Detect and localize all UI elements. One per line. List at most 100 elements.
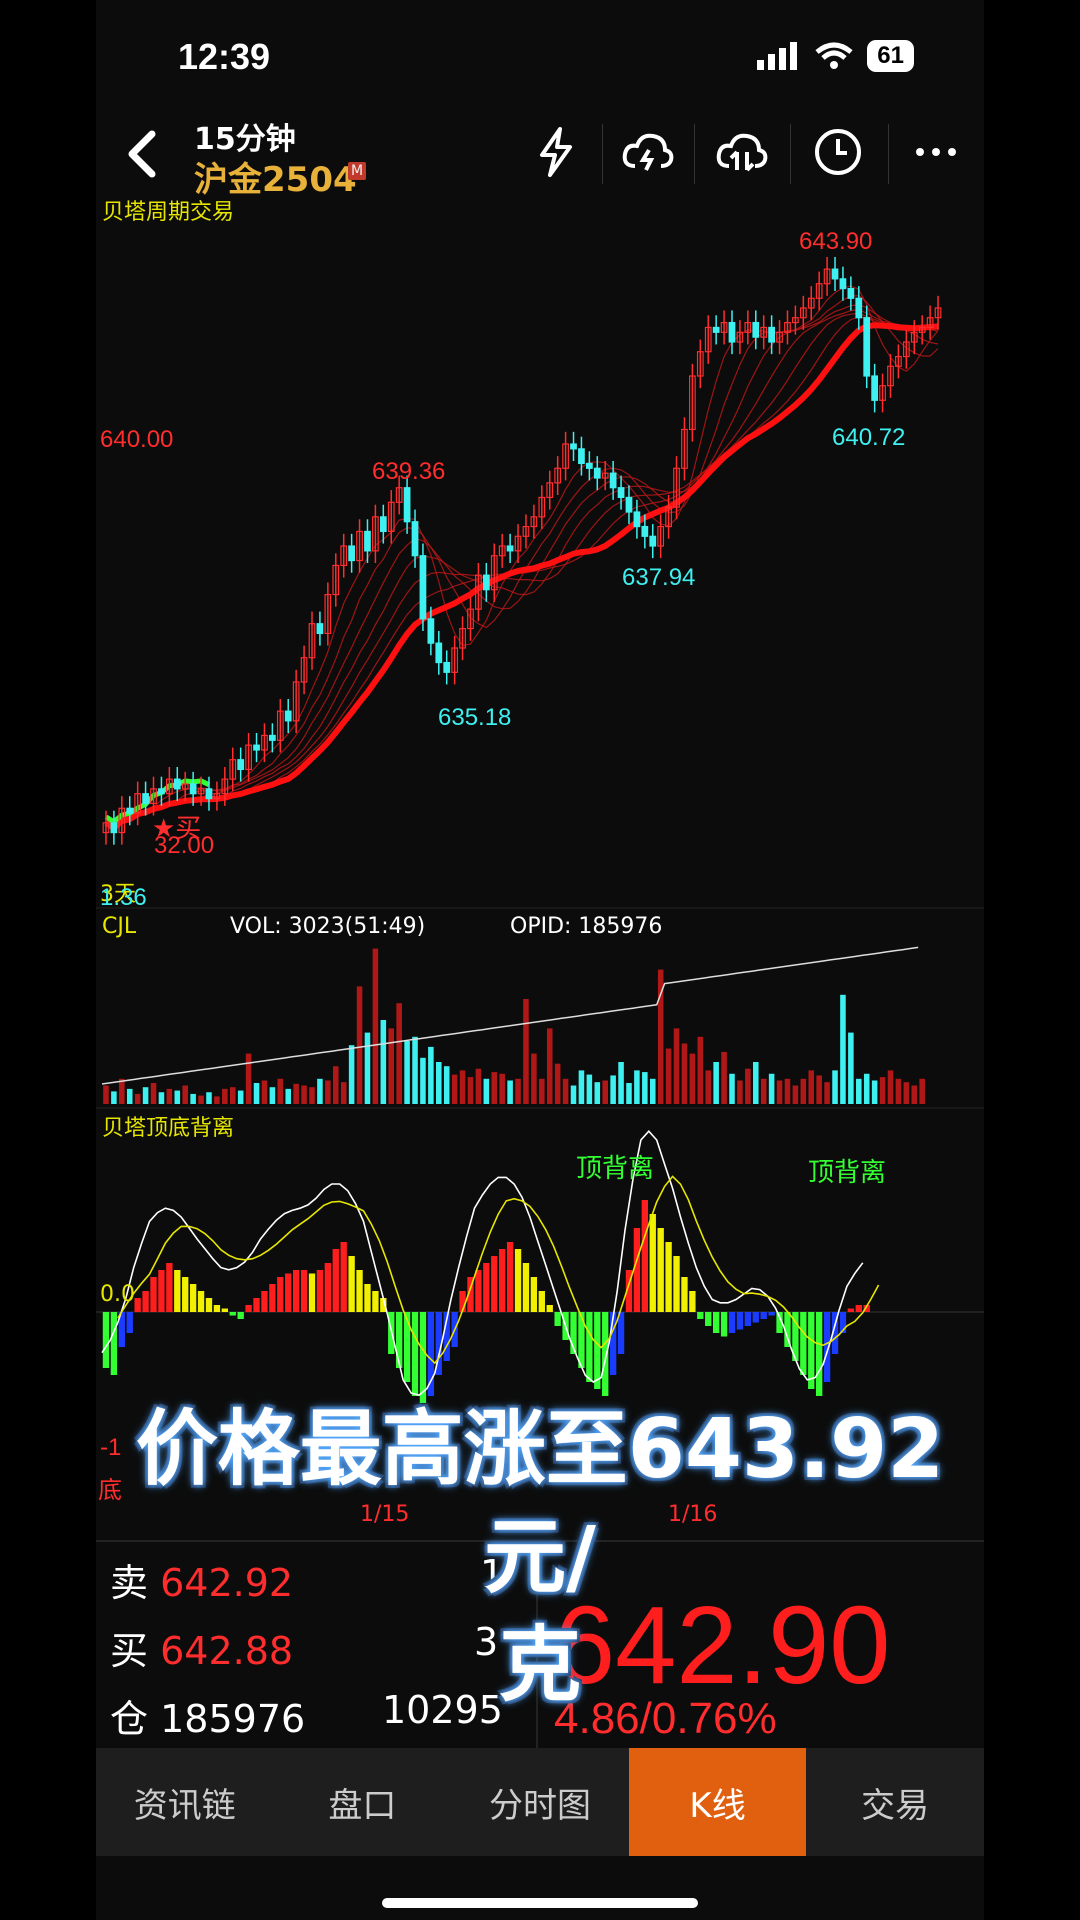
- signal-icon: [757, 42, 798, 70]
- kline-chart[interactable]: [96, 196, 984, 1536]
- osc-bar: [483, 1263, 490, 1312]
- osc-bar: [744, 1312, 752, 1326]
- candle-body: [578, 448, 585, 465]
- osc-bar: [316, 1270, 324, 1312]
- candle-body: [863, 317, 871, 377]
- osc-bar: [166, 1263, 173, 1312]
- wifi-icon: [815, 42, 853, 69]
- candle-body: [855, 297, 863, 319]
- candle-body: [443, 661, 451, 673]
- volume-bar: [158, 1092, 165, 1104]
- osc-bar: [142, 1291, 149, 1312]
- back-button[interactable]: [118, 124, 168, 184]
- osc-bar: [633, 1228, 641, 1312]
- osc-bar: [396, 1312, 403, 1368]
- osc-bar: [657, 1228, 664, 1312]
- candle-body: [411, 521, 419, 557]
- volume-bar: [689, 1053, 696, 1104]
- m-badge: M: [348, 162, 367, 180]
- volume-bar: [760, 1078, 767, 1104]
- ma-line-9: [105, 294, 939, 829]
- lightning-icon: [540, 127, 572, 177]
- tab-trade[interactable]: 交易: [806, 1748, 984, 1856]
- volume-bar: [539, 1078, 545, 1104]
- volume-bar: [586, 1074, 593, 1104]
- tab-kline[interactable]: K线: [628, 1748, 807, 1856]
- volume-bar: [713, 1062, 719, 1104]
- osc-bar: [546, 1305, 553, 1312]
- osc-bar: [182, 1277, 189, 1312]
- volume-bar: [182, 1085, 188, 1104]
- tab-order-book[interactable]: 盘口: [274, 1748, 452, 1856]
- volume-bar: [285, 1088, 291, 1104]
- volume-bar: [515, 1078, 521, 1104]
- volume-panel-name: CJL: [102, 914, 137, 939]
- volume-bar: [745, 1068, 751, 1104]
- candle-body: [364, 530, 371, 552]
- osc-bar: [245, 1305, 252, 1312]
- volume-bar: [134, 1093, 141, 1104]
- candle-body: [126, 807, 134, 814]
- candle-body: [237, 759, 245, 771]
- osc-bar: [110, 1312, 118, 1375]
- volume-bar: [887, 1070, 894, 1104]
- candle-body: [316, 623, 324, 635]
- osc-bar: [697, 1312, 704, 1319]
- volume-bar: [705, 1070, 711, 1104]
- nav-bar: 15分钟 沪金2504 M: [96, 110, 984, 200]
- cloud-flash-button[interactable]: [616, 120, 680, 184]
- home-indicator[interactable]: [382, 1898, 698, 1908]
- osc-bar: [197, 1291, 205, 1312]
- volume-bar: [396, 1003, 402, 1104]
- candle-body: [728, 321, 736, 343]
- high-price-label: 643.90: [799, 228, 873, 255]
- volume-bar: [824, 1082, 830, 1104]
- volume-bar: [404, 1041, 410, 1104]
- osc-bar: [237, 1312, 244, 1319]
- osc-bar: [150, 1277, 157, 1312]
- volume-bar: [174, 1090, 181, 1104]
- volume-bar: [649, 1078, 656, 1104]
- volume-bar: [848, 1032, 854, 1104]
- volume-bar: [491, 1072, 498, 1104]
- volume-bar: [451, 1074, 458, 1104]
- volume-bar: [832, 1070, 838, 1104]
- candle-body: [142, 793, 149, 805]
- volume-bar: [610, 1075, 616, 1104]
- osc-bar: [126, 1312, 133, 1333]
- volume-bar: [237, 1090, 244, 1104]
- tab-news-chain[interactable]: 资讯链: [96, 1748, 274, 1856]
- open-interest-line: [101, 946, 919, 1085]
- volume-bar: [507, 1080, 513, 1104]
- history-button[interactable]: [806, 120, 870, 184]
- volume-bar: [602, 1080, 608, 1104]
- volume-bar: [269, 1087, 276, 1104]
- volume-bar: [578, 1070, 585, 1104]
- osc-bar: [499, 1249, 506, 1312]
- volume-bar: [919, 1078, 925, 1104]
- osc-bar: [348, 1256, 355, 1312]
- volume-bar: [428, 1046, 434, 1104]
- candle-body: [649, 535, 657, 547]
- volume-bar: [111, 1091, 117, 1104]
- candle-body: [482, 574, 490, 591]
- osc-bar: [538, 1291, 545, 1312]
- volume-bar: [309, 1087, 315, 1104]
- volume-bar: [206, 1092, 212, 1104]
- volume-bar: [792, 1085, 799, 1104]
- volume-bar: [142, 1087, 149, 1104]
- volume-bar: [840, 994, 846, 1104]
- osc-bar: [340, 1242, 347, 1312]
- lightning-button[interactable]: [524, 120, 588, 184]
- tab-intraday[interactable]: 分时图: [451, 1748, 629, 1856]
- volume-bar: [856, 1078, 862, 1104]
- candle-body: [641, 525, 649, 537]
- cloud-sync-button[interactable]: [710, 120, 774, 184]
- osc-bar: [364, 1284, 371, 1312]
- candle-body: [110, 822, 118, 834]
- more-button[interactable]: [904, 120, 968, 184]
- osc-bar: [736, 1312, 744, 1330]
- osc-bar: [292, 1270, 300, 1312]
- volume-bar: [673, 1028, 680, 1104]
- volume-bar: [166, 1088, 173, 1104]
